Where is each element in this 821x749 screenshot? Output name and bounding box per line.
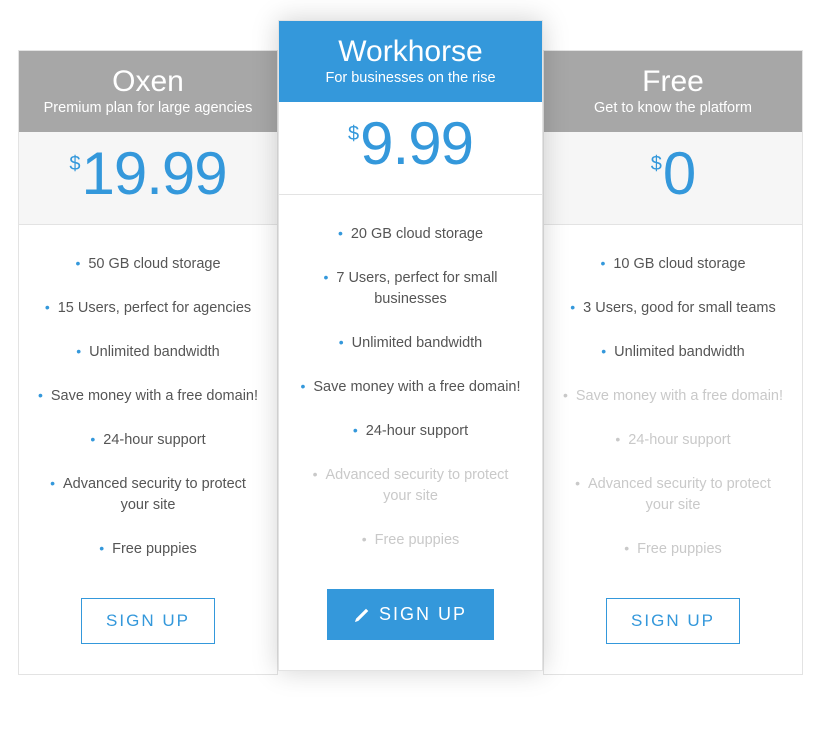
signup-button[interactable]: SIGN UP <box>81 598 215 644</box>
plan-header: Workhorse For businesses on the rise <box>279 21 542 102</box>
plan-card-free: Free Get to know the platform $ 0 10 GB … <box>543 50 803 675</box>
feature-item: 24-hour support <box>562 429 784 451</box>
signup-button[interactable]: SIGN UP <box>327 589 494 640</box>
plan-price-block: $ 19.99 <box>19 132 277 225</box>
feature-item: 24-hour support <box>297 420 524 442</box>
signup-label: SIGN UP <box>379 604 467 625</box>
feature-item: Unlimited bandwidth <box>297 332 524 354</box>
feature-item: Advanced security to protect your site <box>37 473 259 516</box>
signup-wrap: SIGN UP <box>544 592 802 674</box>
feature-list: 10 GB cloud storage 3 Users, good for sm… <box>544 225 802 592</box>
signup-wrap: SIGN UP <box>19 592 277 674</box>
feature-item: Free puppies <box>562 538 784 560</box>
price-amount: 19.99 <box>81 144 226 204</box>
plan-subtitle: Get to know the platform <box>552 100 794 116</box>
feature-item: 7 Users, perfect for small businesses <box>297 267 524 310</box>
plan-price: $ 9.99 <box>348 114 473 174</box>
plan-name: Oxen <box>27 65 269 98</box>
signup-label: SIGN UP <box>631 611 715 631</box>
price-amount: 9.99 <box>360 114 473 174</box>
feature-item: Free puppies <box>297 529 524 551</box>
plan-price-block: $ 0 <box>544 132 802 225</box>
signup-wrap: SIGN UP <box>279 583 542 670</box>
plan-subtitle: Premium plan for large agencies <box>27 100 269 116</box>
feature-item: Unlimited bandwidth <box>562 341 784 363</box>
currency-symbol: $ <box>651 154 661 174</box>
plan-subtitle: For businesses on the rise <box>287 70 534 86</box>
currency-symbol: $ <box>69 154 79 174</box>
feature-item: 20 GB cloud storage <box>297 223 524 245</box>
feature-item: 50 GB cloud storage <box>37 253 259 275</box>
feature-list: 20 GB cloud storage 7 Users, perfect for… <box>279 195 542 583</box>
feature-list: 50 GB cloud storage 15 Users, perfect fo… <box>19 225 277 592</box>
feature-item: Advanced security to protect your site <box>562 473 784 516</box>
currency-symbol: $ <box>348 124 358 144</box>
feature-item: 15 Users, perfect for agencies <box>37 297 259 319</box>
plan-price: $ 19.99 <box>69 144 226 204</box>
feature-item: Free puppies <box>37 538 259 560</box>
plan-price: $ 0 <box>651 144 696 204</box>
feature-item: Save money with a free domain! <box>562 385 784 407</box>
plan-header: Oxen Premium plan for large agencies <box>19 51 277 132</box>
plan-name: Workhorse <box>287 35 534 68</box>
plan-header: Free Get to know the platform <box>544 51 802 132</box>
pricing-row: Oxen Premium plan for large agencies $ 1… <box>10 20 811 675</box>
pencil-icon <box>354 607 370 623</box>
feature-item: 10 GB cloud storage <box>562 253 784 275</box>
feature-item: Unlimited bandwidth <box>37 341 259 363</box>
plan-card-workhorse: Workhorse For businesses on the rise $ 9… <box>278 20 543 671</box>
feature-item: Save money with a free domain! <box>37 385 259 407</box>
signup-label: SIGN UP <box>106 611 190 631</box>
plan-name: Free <box>552 65 794 98</box>
feature-item: 24-hour support <box>37 429 259 451</box>
signup-button[interactable]: SIGN UP <box>606 598 740 644</box>
feature-item: Save money with a free domain! <box>297 376 524 398</box>
feature-item: Advanced security to protect your site <box>297 464 524 507</box>
price-amount: 0 <box>663 144 695 204</box>
plan-price-block: $ 9.99 <box>279 102 542 195</box>
plan-card-oxen: Oxen Premium plan for large agencies $ 1… <box>18 50 278 675</box>
feature-item: 3 Users, good for small teams <box>562 297 784 319</box>
